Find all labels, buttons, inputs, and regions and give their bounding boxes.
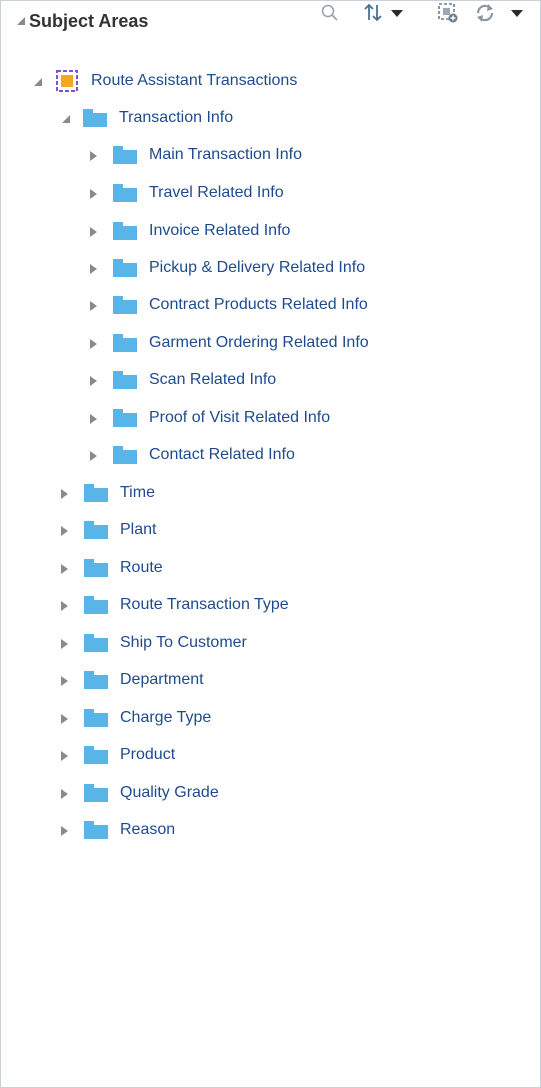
folder-icon [84, 784, 108, 802]
search-button[interactable] [319, 1, 341, 25]
folder-icon [84, 596, 108, 614]
collapsed-triangle-icon[interactable] [58, 488, 70, 500]
collapsed-triangle-icon[interactable] [87, 188, 99, 200]
expanded-triangle-icon[interactable] [60, 113, 72, 125]
tree-node-label: Garment Ordering Related Info [149, 334, 369, 351]
subject-areas-panel: Subject Areas Route Assistant Transactio… [0, 0, 541, 1088]
add-subject-area-icon [438, 3, 458, 23]
folder-icon [113, 222, 137, 240]
collapsed-triangle-icon[interactable] [58, 525, 70, 537]
tree-node-label: Route [120, 559, 163, 576]
tree-node-label: Scan Related Info [149, 371, 277, 388]
tree-node-label: Charge Type [120, 709, 212, 726]
collapsed-triangle-icon[interactable] [58, 563, 70, 575]
folder-icon [113, 409, 137, 427]
folder-icon [84, 634, 108, 652]
tree-node-label: Time [120, 484, 155, 501]
folder-icon [113, 334, 137, 352]
collapsed-triangle-icon[interactable] [87, 413, 99, 425]
search-icon [321, 4, 338, 21]
add-subject-area-button[interactable] [435, 1, 461, 25]
sort-icon [364, 3, 403, 22]
sort-button[interactable] [363, 1, 411, 25]
folder-icon [84, 559, 108, 577]
subject-area-icon [56, 70, 78, 92]
panel-title: Subject Areas [29, 11, 149, 31]
tree-node-label: Route Assistant Transactions [91, 72, 298, 89]
tree-node-label: Main Transaction Info [149, 146, 302, 163]
refresh-button[interactable] [473, 1, 529, 25]
folder-icon [113, 296, 137, 314]
collapsed-triangle-icon[interactable] [87, 226, 99, 238]
folder-icon [113, 184, 137, 202]
collapsed-triangle-icon[interactable] [58, 750, 70, 762]
collapsed-triangle-icon[interactable] [87, 375, 99, 387]
collapsed-triangle-icon[interactable] [58, 675, 70, 687]
collapsed-triangle-icon[interactable] [58, 600, 70, 612]
collapsed-triangle-icon[interactable] [58, 788, 70, 800]
collapsed-triangle-icon[interactable] [58, 713, 70, 725]
tree-node-label: Reason [120, 821, 176, 838]
tree-node-label: Route Transaction Type [120, 596, 289, 613]
collapsed-triangle-icon[interactable] [87, 263, 99, 275]
panel-header: Subject Areas [1, 1, 540, 41]
folder-icon [113, 259, 137, 277]
folder-icon [84, 709, 108, 727]
tree-node-label: Plant [120, 521, 157, 538]
collapsed-triangle-icon[interactable] [87, 150, 99, 162]
folder-icon [84, 821, 108, 839]
folder-icon [84, 521, 108, 539]
tree-node-label: Department [120, 671, 204, 688]
tree-node-label: Product [120, 746, 176, 763]
refresh-icon [476, 4, 523, 22]
collapsed-triangle-icon[interactable] [58, 825, 70, 837]
folder-icon [113, 146, 137, 164]
tree-node-label: Contact Related Info [149, 446, 295, 463]
expanded-triangle-icon[interactable] [32, 76, 44, 88]
folder-icon [113, 371, 137, 389]
collapse-panel-icon[interactable] [15, 15, 27, 27]
collapsed-triangle-icon[interactable] [87, 338, 99, 350]
tree-node-label: Transaction Info [119, 109, 234, 126]
collapsed-triangle-icon[interactable] [87, 450, 99, 462]
folder-icon [83, 109, 107, 127]
folder-icon [84, 484, 108, 502]
collapsed-triangle-icon[interactable] [87, 300, 99, 312]
tree-node-label: Contract Products Related Info [149, 296, 368, 313]
tree-node-label: Invoice Related Info [149, 222, 291, 239]
folder-icon [113, 446, 137, 464]
tree-node-label: Travel Related Info [149, 184, 284, 201]
tree-node-label: Ship To Customer [120, 634, 247, 651]
collapsed-triangle-icon[interactable] [58, 638, 70, 650]
tree-node-label: Quality Grade [120, 784, 219, 801]
folder-icon [84, 746, 108, 764]
tree-node-label: Proof of Visit Related Info [149, 409, 331, 426]
tree-node-label: Pickup & Delivery Related Info [149, 259, 366, 276]
folder-icon [84, 671, 108, 689]
